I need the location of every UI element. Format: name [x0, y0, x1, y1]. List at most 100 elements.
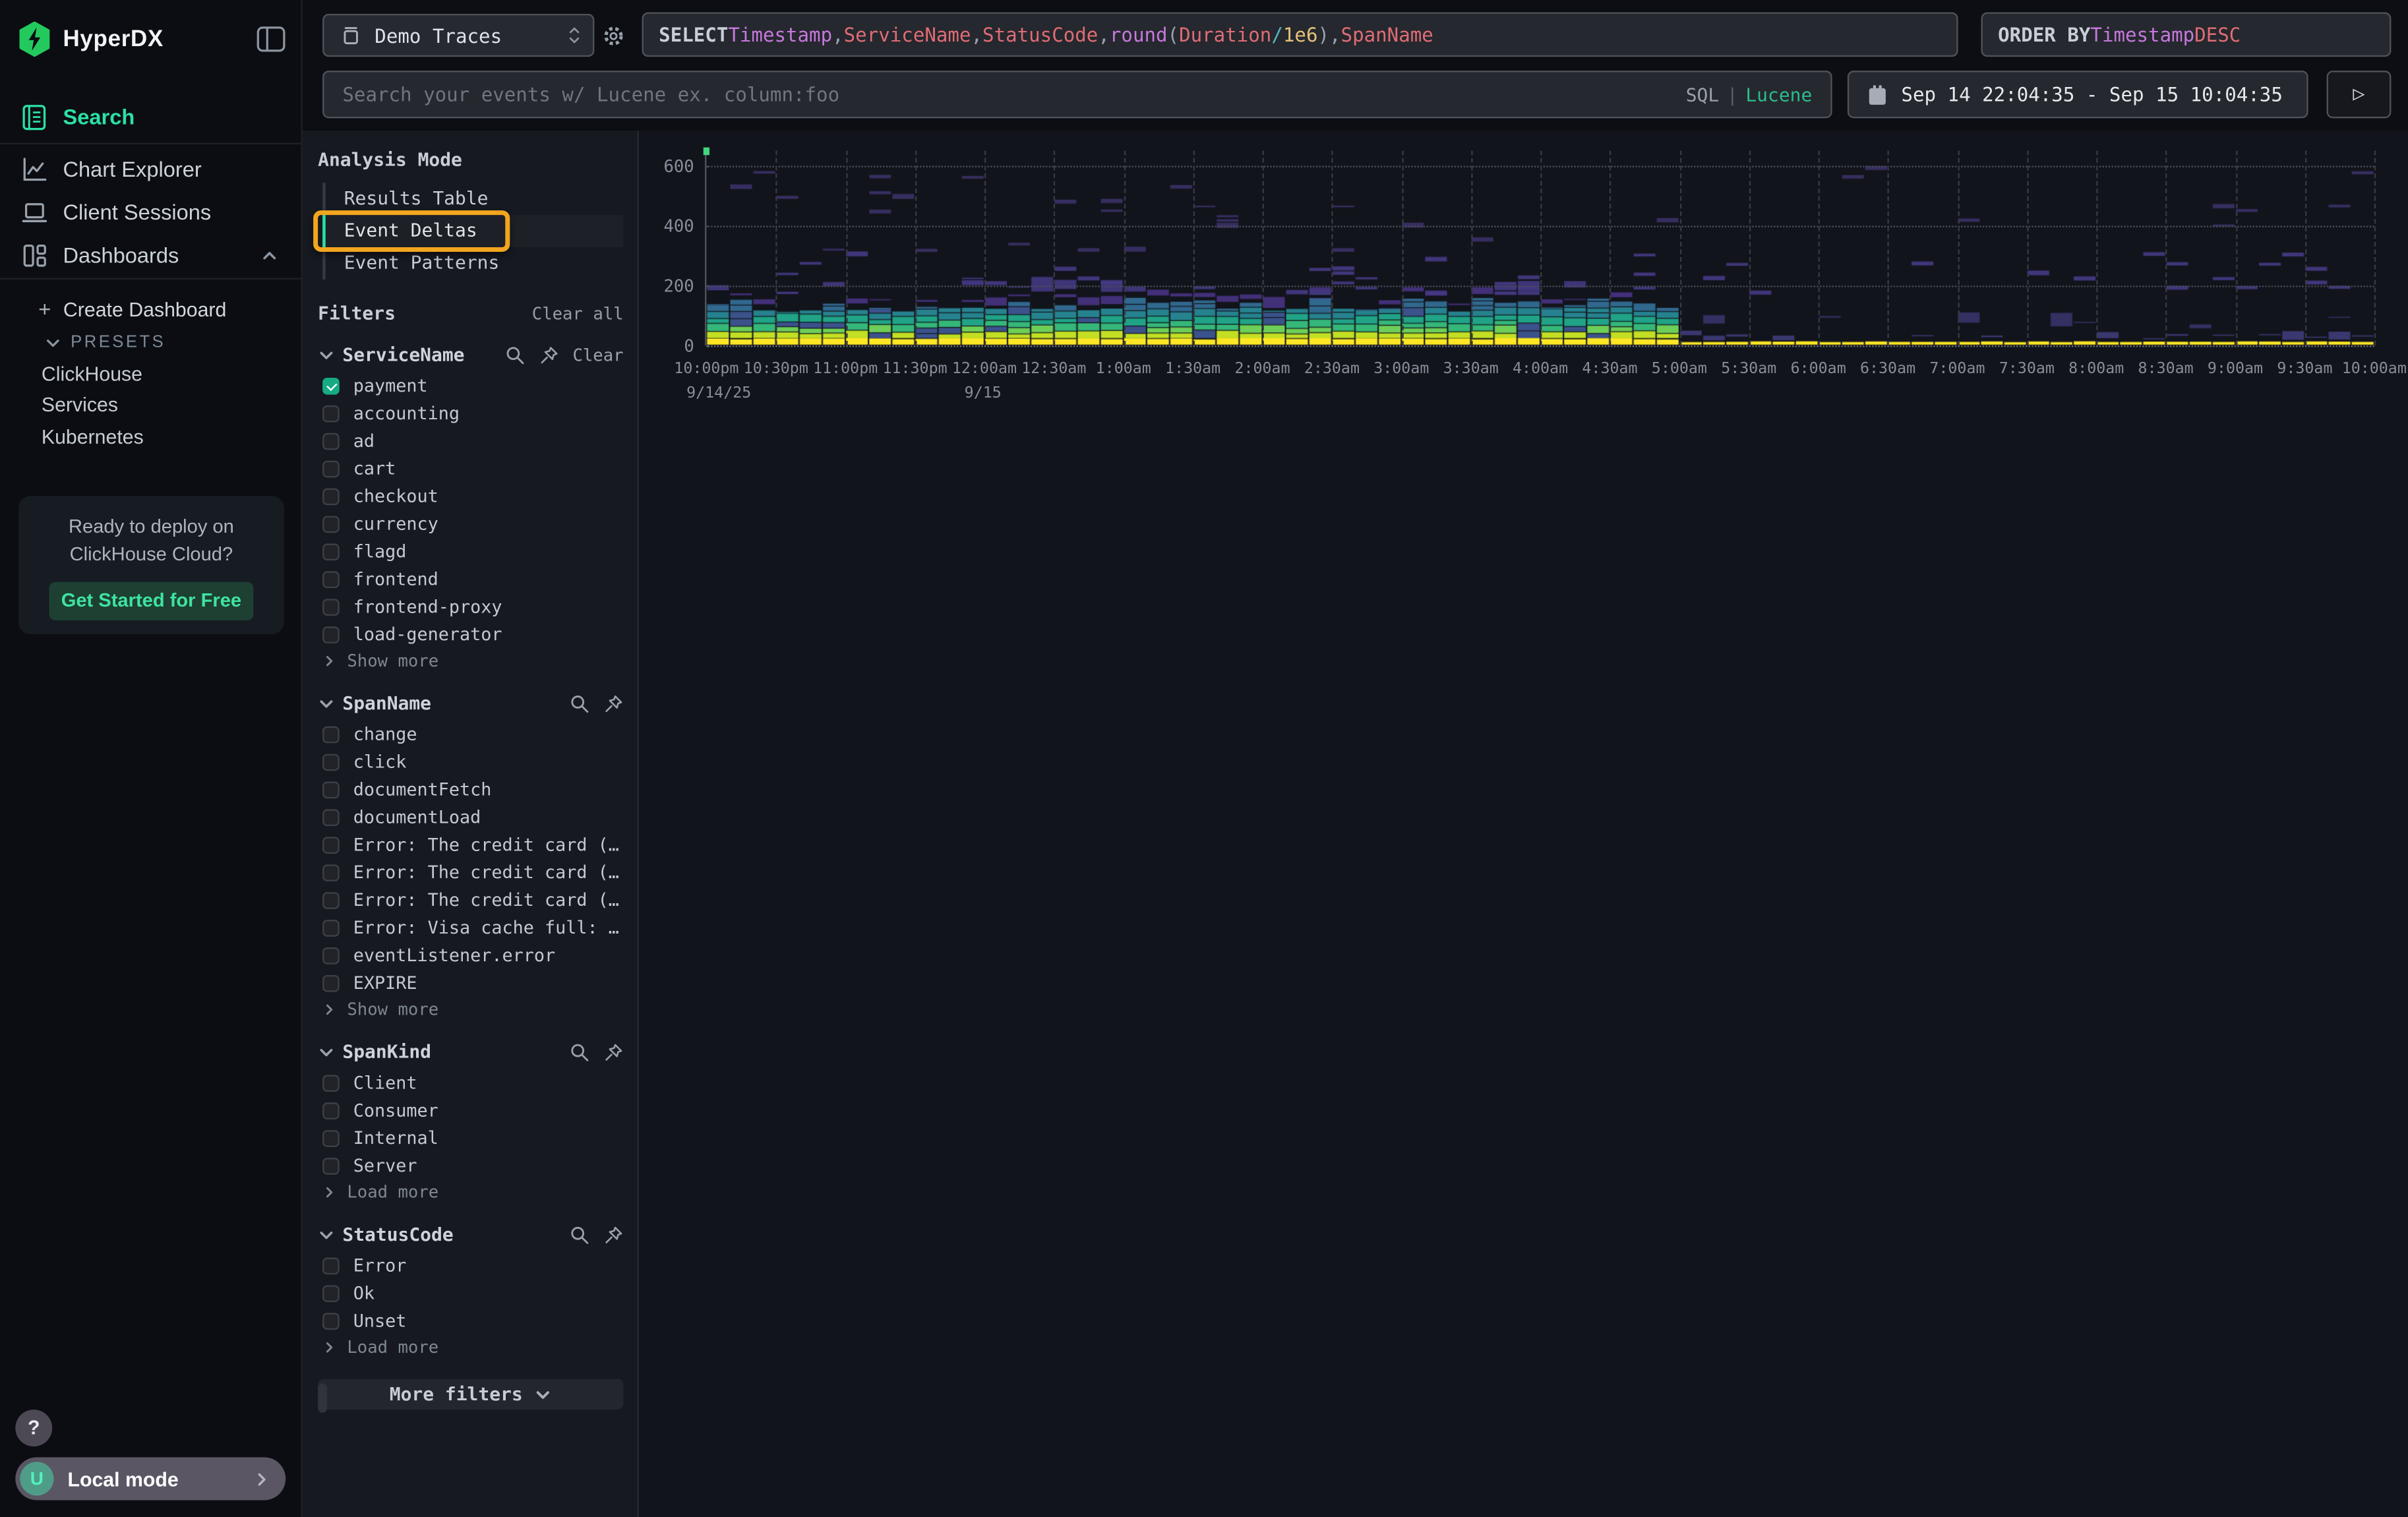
pin-icon[interactable]: [603, 1224, 623, 1244]
checkbox[interactable]: [322, 781, 340, 798]
sidebar-item-client-sessions[interactable]: Client Sessions: [0, 191, 303, 233]
local-mode-button[interactable]: U Local mode: [15, 1457, 286, 1500]
facet-clear-button[interactable]: Clear: [572, 345, 623, 365]
checkbox[interactable]: [322, 947, 340, 964]
facet-option-currency[interactable]: currency: [318, 510, 623, 537]
help-button[interactable]: ?: [15, 1410, 52, 1446]
facet-option-accounting[interactable]: accounting: [318, 400, 623, 427]
checkbox[interactable]: [322, 626, 340, 643]
sidebar-item-presets[interactable]: PRESETS: [0, 327, 303, 358]
scrollbar-thumb[interactable]: [318, 1384, 327, 1413]
show-more-button[interactable]: Show more: [318, 997, 623, 1023]
facet-option-error-the-credit-card[interactable]: Error: The credit card (…: [318, 831, 623, 858]
date-range-picker[interactable]: Sep 14 22:04:35 - Sep 15 10:04:35: [1848, 71, 2308, 118]
search-icon[interactable]: [570, 1224, 589, 1244]
search-icon[interactable]: [505, 345, 525, 365]
checkbox[interactable]: [322, 836, 340, 853]
sidebar-item-dashboards[interactable]: Dashboards: [0, 233, 303, 276]
sidebar-item-create-dashboard[interactable]: + Create Dashboard: [0, 292, 303, 326]
chevron-down-icon[interactable]: [318, 346, 335, 363]
analysis-mode-option-results-table[interactable]: Results Table: [322, 183, 624, 215]
checkbox[interactable]: [322, 1312, 340, 1329]
facet-option-documentfetch[interactable]: documentFetch: [318, 775, 623, 803]
show-more-button[interactable]: Show more: [318, 648, 623, 674]
chevron-down-icon[interactable]: [318, 695, 335, 712]
lucene-toggle[interactable]: Lucene: [1745, 84, 1812, 105]
checkbox[interactable]: [322, 515, 340, 532]
checkbox[interactable]: [322, 1129, 340, 1146]
sidebar-item-chart-explorer[interactable]: Chart Explorer: [0, 148, 303, 191]
checkbox[interactable]: [322, 432, 340, 450]
load-more-button[interactable]: Load more: [318, 1179, 623, 1206]
checkbox[interactable]: [322, 891, 340, 908]
checkbox[interactable]: [322, 487, 340, 504]
checkbox[interactable]: [322, 1074, 340, 1091]
checkbox[interactable]: [322, 543, 340, 560]
facet-option-expire[interactable]: EXPIRE: [318, 969, 623, 997]
sidebar-collapse-icon[interactable]: [256, 25, 286, 51]
order-by-input[interactable]: ORDER BY Timestamp DESC: [1981, 13, 2392, 57]
load-more-button[interactable]: Load more: [318, 1334, 623, 1361]
facet-option-click[interactable]: click: [318, 748, 623, 775]
search-input[interactable]: Search your events w/ Lucene ex. column:…: [322, 71, 1832, 118]
facet-option-cart[interactable]: cart: [318, 454, 623, 482]
checkbox[interactable]: [322, 570, 340, 587]
facet-option-error[interactable]: Error: [318, 1251, 623, 1279]
checkbox[interactable]: [322, 864, 340, 881]
facet-option-payment[interactable]: payment: [318, 372, 623, 400]
facet-option-checkout[interactable]: checkout: [318, 482, 623, 510]
facet-option-frontend[interactable]: frontend: [318, 565, 623, 593]
pin-icon[interactable]: [603, 1042, 623, 1061]
checkbox[interactable]: [322, 460, 340, 477]
search-icon[interactable]: [570, 694, 589, 713]
facet-option-load-generator[interactable]: load-generator: [318, 620, 623, 648]
chevron-down-icon[interactable]: [318, 1226, 335, 1243]
facet-option-flagd[interactable]: flagd: [318, 537, 623, 565]
facet-option-frontend-proxy[interactable]: frontend-proxy: [318, 593, 623, 620]
checkbox[interactable]: [322, 753, 340, 770]
run-query-button[interactable]: ▷: [2327, 71, 2392, 118]
chevron-down-icon[interactable]: [318, 1044, 335, 1061]
facet-option-ad[interactable]: ad: [318, 427, 623, 454]
facet-option-error-visa-cache-full[interactable]: Error: Visa cache full: …: [318, 914, 623, 941]
sql-toggle[interactable]: SQL: [1686, 84, 1720, 105]
facet-option-server[interactable]: Server: [318, 1152, 623, 1179]
source-select[interactable]: Demo Traces: [322, 14, 594, 57]
facet-option-change[interactable]: change: [318, 720, 623, 748]
checkbox[interactable]: [322, 1257, 340, 1274]
facet-option-ok[interactable]: Ok: [318, 1279, 623, 1307]
facet-option-internal[interactable]: Internal: [318, 1124, 623, 1152]
checkbox[interactable]: [322, 919, 340, 936]
sidebar-item-kubernetes[interactable]: Kubernetes: [0, 421, 303, 452]
analysis-mode-option-event-patterns[interactable]: Event Patterns: [322, 247, 624, 280]
checkbox[interactable]: [322, 725, 340, 742]
clear-all-button[interactable]: Clear all: [532, 303, 624, 323]
facet-option-eventlistener-error[interactable]: eventListener.error: [318, 941, 623, 969]
pin-icon[interactable]: [539, 345, 558, 365]
checkbox[interactable]: [322, 1284, 340, 1301]
facet-option-error-the-credit-card[interactable]: Error: The credit card (…: [318, 886, 623, 914]
facet-option-consumer[interactable]: Consumer: [318, 1096, 623, 1124]
sidebar-item-clickhouse[interactable]: ClickHouse: [0, 358, 303, 389]
checkbox[interactable]: [322, 377, 340, 394]
facet-option-client[interactable]: Client: [318, 1069, 623, 1096]
checkbox[interactable]: [322, 1102, 340, 1119]
query-language-toggle: SQL|Lucene: [1686, 84, 1813, 105]
analysis-mode-option-event-deltas[interactable]: Event Deltas: [322, 215, 624, 247]
sidebar-item-search[interactable]: Search: [0, 95, 303, 138]
facet-option-unset[interactable]: Unset: [318, 1307, 623, 1334]
search-icon[interactable]: [570, 1042, 589, 1061]
gear-icon[interactable]: [602, 24, 625, 47]
checkbox[interactable]: [322, 808, 340, 825]
facet-option-error-the-credit-card[interactable]: Error: The credit card (…: [318, 858, 623, 886]
checkbox[interactable]: [322, 1157, 340, 1174]
checkbox[interactable]: [322, 405, 340, 422]
checkbox[interactable]: [322, 974, 340, 992]
sidebar-item-services[interactable]: Services: [0, 388, 303, 419]
facet-option-documentload[interactable]: documentLoad: [318, 803, 623, 831]
checkbox[interactable]: [322, 598, 340, 615]
select-query-input[interactable]: SELECT Timestamp, ServiceName, StatusCod…: [642, 13, 1958, 57]
more-filters-button[interactable]: More filters: [318, 1379, 623, 1410]
get-started-button[interactable]: Get Started for Free: [49, 582, 254, 620]
pin-icon[interactable]: [603, 694, 623, 713]
